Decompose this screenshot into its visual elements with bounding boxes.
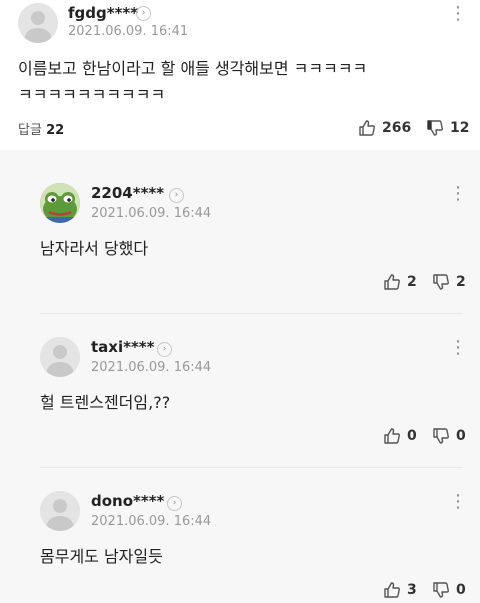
reply-toggle[interactable]: 답글 22 <box>18 119 64 138</box>
comment-text: 헐 트렌스젠더임,?? <box>40 393 171 412</box>
divider <box>40 467 463 468</box>
like-count: 2 <box>407 274 417 290</box>
reply-list: 2204**** › 2021.06.09. 16:44 ⋮ 남자라서 당했다 … <box>0 150 480 603</box>
default-avatar-icon <box>40 337 80 377</box>
like-count: 266 <box>382 120 412 136</box>
more-options-icon[interactable]: ⋮ <box>448 2 468 26</box>
dislike-button[interactable]: 12 <box>426 118 469 138</box>
nickname[interactable]: fgdg**** <box>68 4 138 22</box>
comment-date: 2021.06.09. 16:44 <box>91 206 212 221</box>
thumbs-up-icon <box>384 428 400 444</box>
like-button[interactable]: 0 <box>383 426 417 446</box>
avatar[interactable] <box>18 3 58 43</box>
thumbs-down-icon <box>427 120 443 136</box>
dislike-count: 0 <box>456 428 466 444</box>
like-button[interactable]: 266 <box>358 118 411 138</box>
frog-avatar-icon <box>40 183 80 223</box>
dislike-count: 2 <box>456 274 466 290</box>
dislike-count: 0 <box>456 582 466 598</box>
thumbs-up-icon <box>384 274 400 290</box>
avatar[interactable] <box>40 337 80 377</box>
thumbs-up-icon <box>359 120 375 136</box>
avatar[interactable] <box>40 491 80 531</box>
chevron-right-icon[interactable]: › <box>167 496 182 511</box>
thumbs-down-icon <box>433 428 449 444</box>
thumbs-down-icon <box>433 274 449 290</box>
comment-date: 2021.06.09. 16:44 <box>91 360 212 375</box>
default-avatar-icon <box>18 3 58 43</box>
comment-text: 이름보고 한남이라고 할 애들 생각해보면 ㅋㅋㅋㅋㅋ ㅋㅋㅋㅋㅋㅋㅋㅋㅋㅋ <box>18 59 368 104</box>
thumbs-down-icon <box>433 582 449 598</box>
nickname[interactable]: 2204**** <box>91 184 164 202</box>
divider <box>40 313 463 314</box>
like-count: 0 <box>407 428 417 444</box>
comment-date: 2021.06.09. 16:44 <box>91 514 212 529</box>
chevron-right-icon[interactable]: › <box>157 342 172 357</box>
more-options-icon[interactable]: ⋮ <box>448 490 468 514</box>
dislike-button[interactable]: 2 <box>432 272 466 292</box>
main-comment: fgdg**** › 2021.06.09. 16:41 ⋮ 이름보고 한남이라… <box>0 0 480 150</box>
nickname[interactable]: dono**** <box>91 492 164 510</box>
comment-text: 남자라서 당했다 <box>40 239 149 258</box>
default-avatar-icon <box>40 491 80 531</box>
comment-date: 2021.06.09. 16:41 <box>68 24 189 39</box>
like-button[interactable]: 2 <box>383 272 417 292</box>
more-options-icon[interactable]: ⋮ <box>448 182 468 206</box>
thumbs-up-icon <box>384 582 400 598</box>
chevron-right-icon[interactable]: › <box>169 188 184 203</box>
like-button[interactable]: 3 <box>383 580 417 600</box>
dislike-button[interactable]: 0 <box>432 580 466 600</box>
like-count: 3 <box>407 582 417 598</box>
more-options-icon[interactable]: ⋮ <box>448 336 468 360</box>
reply-count: 22 <box>46 123 65 138</box>
avatar[interactable] <box>40 183 80 223</box>
dislike-button[interactable]: 0 <box>432 426 466 446</box>
chevron-right-icon[interactable]: › <box>136 6 151 21</box>
nickname[interactable]: taxi**** <box>91 338 155 356</box>
dislike-count: 12 <box>450 120 470 136</box>
comment-text: 몸무게도 남자일듯 <box>40 547 163 566</box>
